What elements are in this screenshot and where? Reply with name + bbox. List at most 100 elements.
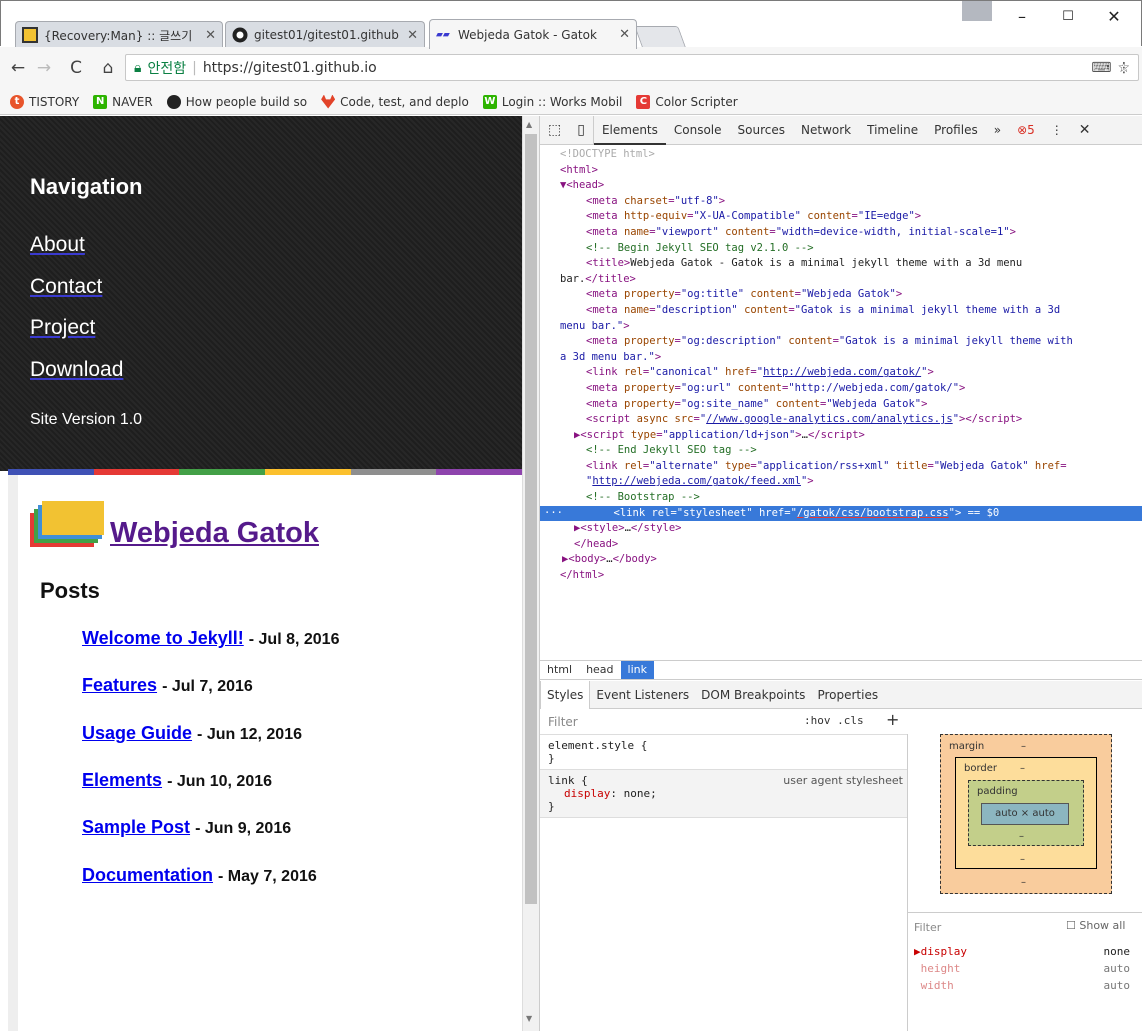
- close-devtools-icon[interactable]: ✕: [1071, 116, 1099, 145]
- tab-recovery-man[interactable]: {Recovery:Man} :: 글쓰기 ✕: [15, 21, 223, 48]
- dom-line[interactable]: menu bar.">: [540, 319, 1142, 335]
- main-content: Webjeda Gatok Posts Welcome to Jekyll! -…: [8, 475, 522, 1031]
- address-bar[interactable]: 🔒︎ 안전함 | https://gitest01.github.io ⌨ ☆: [125, 54, 1139, 81]
- reload-button[interactable]: C: [64, 47, 88, 89]
- menu-kebab-icon[interactable]: ⋮: [1112, 47, 1136, 89]
- tab-github-repo[interactable]: gitest01/gitest01.github ✕: [225, 21, 425, 48]
- computed-row[interactable]: ▶display none: [914, 945, 1136, 958]
- page-scrollbar[interactable]: ▲ ▼: [522, 116, 539, 1031]
- dom-line[interactable]: <!DOCTYPE html>: [540, 147, 1142, 163]
- close-tab-icon[interactable]: ✕: [407, 28, 418, 43]
- profile-avatar-icon[interactable]: [962, 1, 992, 21]
- dom-line[interactable]: ▼<head>: [540, 178, 1142, 194]
- subtab-styles[interactable]: Styles: [540, 680, 591, 709]
- dom-line[interactable]: <!-- End Jekyll SEO tag -->: [540, 443, 1142, 459]
- styles-filter-input[interactable]: Filter: [548, 715, 578, 729]
- computed-row[interactable]: width auto: [914, 979, 1136, 992]
- dom-line[interactable]: </head>: [540, 537, 1142, 553]
- dom-line[interactable]: <meta property="og:description" content=…: [540, 334, 1142, 350]
- breadcrumb-head[interactable]: head: [579, 661, 620, 679]
- dom-line[interactable]: <meta property="og:site_name" content="W…: [540, 397, 1142, 413]
- bookmark-github[interactable]: How people build so: [166, 94, 307, 109]
- translate-icon[interactable]: ⌨: [1091, 60, 1111, 76]
- dom-line[interactable]: ▶<script type="application/ld+json">…</s…: [540, 428, 1142, 444]
- site-title-link[interactable]: Webjeda Gatok: [110, 517, 319, 550]
- scroll-up-icon[interactable]: ▲: [526, 120, 532, 129]
- devtools-tab-profiles[interactable]: Profiles: [926, 116, 986, 145]
- dom-line[interactable]: <link rel="alternate" type="application/…: [540, 459, 1142, 475]
- devtools-tab-sources[interactable]: Sources: [730, 116, 793, 145]
- subtab-dom-breakpoints[interactable]: DOM Breakpoints: [695, 681, 811, 709]
- inspect-icon[interactable]: ⬚: [540, 116, 569, 145]
- ua-link-rule[interactable]: link { user agent stylesheet display: no…: [540, 770, 907, 818]
- nav-link-project[interactable]: Project: [30, 316, 95, 340]
- close-window-button[interactable]: ✕: [1091, 4, 1137, 30]
- dom-line[interactable]: a 3d menu bar.">: [540, 350, 1142, 366]
- devtools-tab-console[interactable]: Console: [666, 116, 730, 145]
- maximize-button[interactable]: ☐: [1045, 4, 1091, 30]
- element-style-rule[interactable]: element.style { }: [540, 734, 907, 770]
- show-all-checkbox[interactable]: ☐ Show all: [1066, 919, 1125, 932]
- dom-line[interactable]: "http://webjeda.com/gatok/feed.xml">: [540, 474, 1142, 490]
- nav-link-download[interactable]: Download: [30, 358, 123, 382]
- dom-line[interactable]: ▶<style>…</style>: [540, 521, 1142, 537]
- dom-line[interactable]: <meta name="viewport" content="width=dev…: [540, 225, 1142, 241]
- nav-link-contact[interactable]: Contact: [30, 275, 102, 299]
- devtools-tab-elements[interactable]: Elements: [593, 116, 666, 145]
- bookmark-naver[interactable]: N NAVER: [93, 94, 153, 109]
- dom-line[interactable]: bar.</title>: [540, 272, 1142, 288]
- minimize-button[interactable]: –: [999, 4, 1045, 30]
- dom-line[interactable]: <meta name="description" content="Gatok …: [540, 303, 1142, 319]
- post-date: - Jun 12, 2016: [197, 726, 302, 743]
- post-link[interactable]: Elements: [82, 770, 162, 790]
- scroll-down-icon[interactable]: ▼: [526, 1014, 532, 1023]
- home-button[interactable]: ⌂: [96, 47, 120, 89]
- post-link[interactable]: Sample Post: [82, 817, 190, 837]
- device-icon[interactable]: ▯: [569, 115, 594, 145]
- dom-line[interactable]: <title>Webjeda Gatok - Gatok is a minima…: [540, 256, 1142, 272]
- computed-filter-input[interactable]: Filter: [914, 921, 941, 934]
- dom-line[interactable]: </html>: [540, 568, 1142, 584]
- tistory-icon: t: [10, 94, 24, 109]
- hov-cls-toggle[interactable]: :hov .cls: [804, 714, 864, 727]
- dom-line[interactable]: <meta property="og:url" content="http://…: [540, 381, 1142, 397]
- bookmark-gitlab[interactable]: Code, test, and deplo: [321, 94, 469, 109]
- post-link[interactable]: Welcome to Jekyll!: [82, 628, 244, 648]
- close-tab-icon[interactable]: ✕: [205, 28, 216, 43]
- bookmark-works-mobile[interactable]: W Login :: Works Mobil: [482, 94, 622, 109]
- forward-button[interactable]: →: [32, 47, 56, 89]
- dom-line[interactable]: <!-- Begin Jekyll SEO tag v2.1.0 -->: [540, 241, 1142, 257]
- post-link[interactable]: Usage Guide: [82, 723, 192, 743]
- post-link[interactable]: Documentation: [82, 865, 213, 885]
- dom-line[interactable]: ▶<body>…</body>: [540, 552, 1142, 568]
- breadcrumb-html[interactable]: html: [540, 661, 579, 679]
- dom-line[interactable]: <meta property="og:title" content="Webje…: [540, 287, 1142, 303]
- subtab-event-listeners[interactable]: Event Listeners: [590, 681, 695, 709]
- scrollbar-thumb[interactable]: [525, 134, 537, 904]
- computed-row[interactable]: height auto: [914, 962, 1136, 975]
- devtools-tab-timeline[interactable]: Timeline: [859, 116, 926, 145]
- error-count-badge[interactable]: ⊗5: [1009, 116, 1043, 145]
- dom-line[interactable]: <meta http-equiv="X-UA-Compatible" conte…: [540, 209, 1142, 225]
- subtab-properties[interactable]: Properties: [811, 681, 884, 709]
- post-link[interactable]: Features: [82, 675, 157, 695]
- breadcrumb-link[interactable]: link: [620, 661, 654, 679]
- dom-line-selected[interactable]: ··· <link rel="stylesheet" href="/gatok/…: [540, 505, 1142, 522]
- dom-line[interactable]: <meta charset="utf-8">: [540, 194, 1142, 210]
- nav-link-about[interactable]: About: [30, 233, 85, 257]
- new-tab-button[interactable]: [634, 26, 686, 47]
- close-tab-icon[interactable]: ✕: [619, 27, 630, 42]
- dom-line[interactable]: <html>: [540, 163, 1142, 179]
- bookmark-tistory[interactable]: t TISTORY: [10, 94, 79, 109]
- devtools-menu-icon[interactable]: ⋮: [1043, 116, 1071, 145]
- dom-line[interactable]: <link rel="canonical" href="http://webje…: [540, 365, 1142, 381]
- dom-line[interactable]: <script async src="//www.google-analytic…: [540, 412, 1142, 428]
- gatok-favicon-icon: ▰▰: [436, 29, 450, 40]
- tab-webjeda-gatok[interactable]: ▰▰ Webjeda Gatok - Gatok ✕: [429, 19, 637, 49]
- bookmark-color-scripter[interactable]: C Color Scripter: [636, 94, 738, 109]
- devtools-tab-network[interactable]: Network: [793, 116, 859, 145]
- add-rule-icon[interactable]: +: [886, 710, 899, 729]
- devtools-more-tabs[interactable]: »: [986, 116, 1009, 145]
- back-button[interactable]: ←: [6, 47, 30, 89]
- dom-line[interactable]: <!-- Bootstrap -->: [540, 490, 1142, 506]
